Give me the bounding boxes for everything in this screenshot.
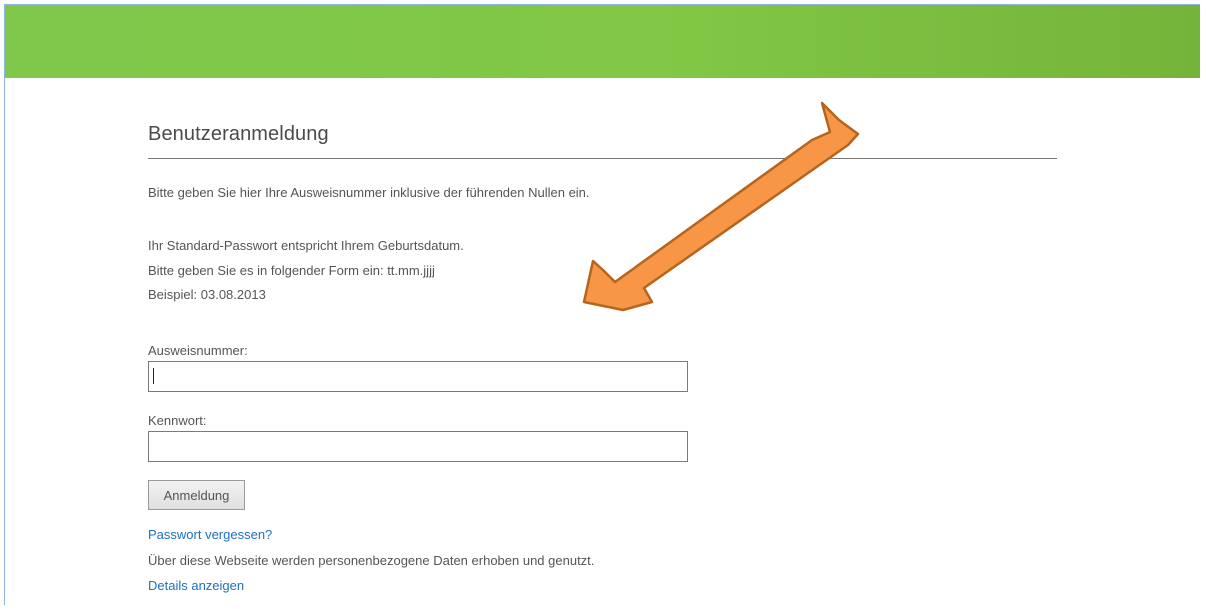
details-link[interactable]: Details anzeigen [148,578,244,593]
password-info-line-1: Ihr Standard-Passwort entspricht Ihrem G… [148,238,464,253]
id-number-input[interactable] [148,361,688,392]
id-number-label: Ausweisnummer: [148,343,248,358]
password-info-line-2: Bitte geben Sie es in folgender Form ein… [148,263,435,278]
password-label: Kennwort: [148,413,207,428]
login-button[interactable]: Anmeldung [148,480,245,510]
text-caret [153,368,154,384]
password-info-example: Beispiel: 03.08.2013 [148,287,266,302]
forgot-password-link[interactable]: Passwort vergessen? [148,527,272,542]
header-bar [5,5,1200,78]
privacy-notice: Über diese Webseite werden personenbezog… [148,553,595,568]
password-input[interactable] [148,431,688,462]
id-number-field [148,361,688,392]
intro-text: Bitte geben Sie hier Ihre Ausweisnummer … [148,185,590,200]
title-divider [148,158,1057,159]
page-title: Benutzeranmeldung [148,123,329,145]
page-frame: Benutzeranmeldung Bitte geben Sie hier I… [4,4,1200,605]
